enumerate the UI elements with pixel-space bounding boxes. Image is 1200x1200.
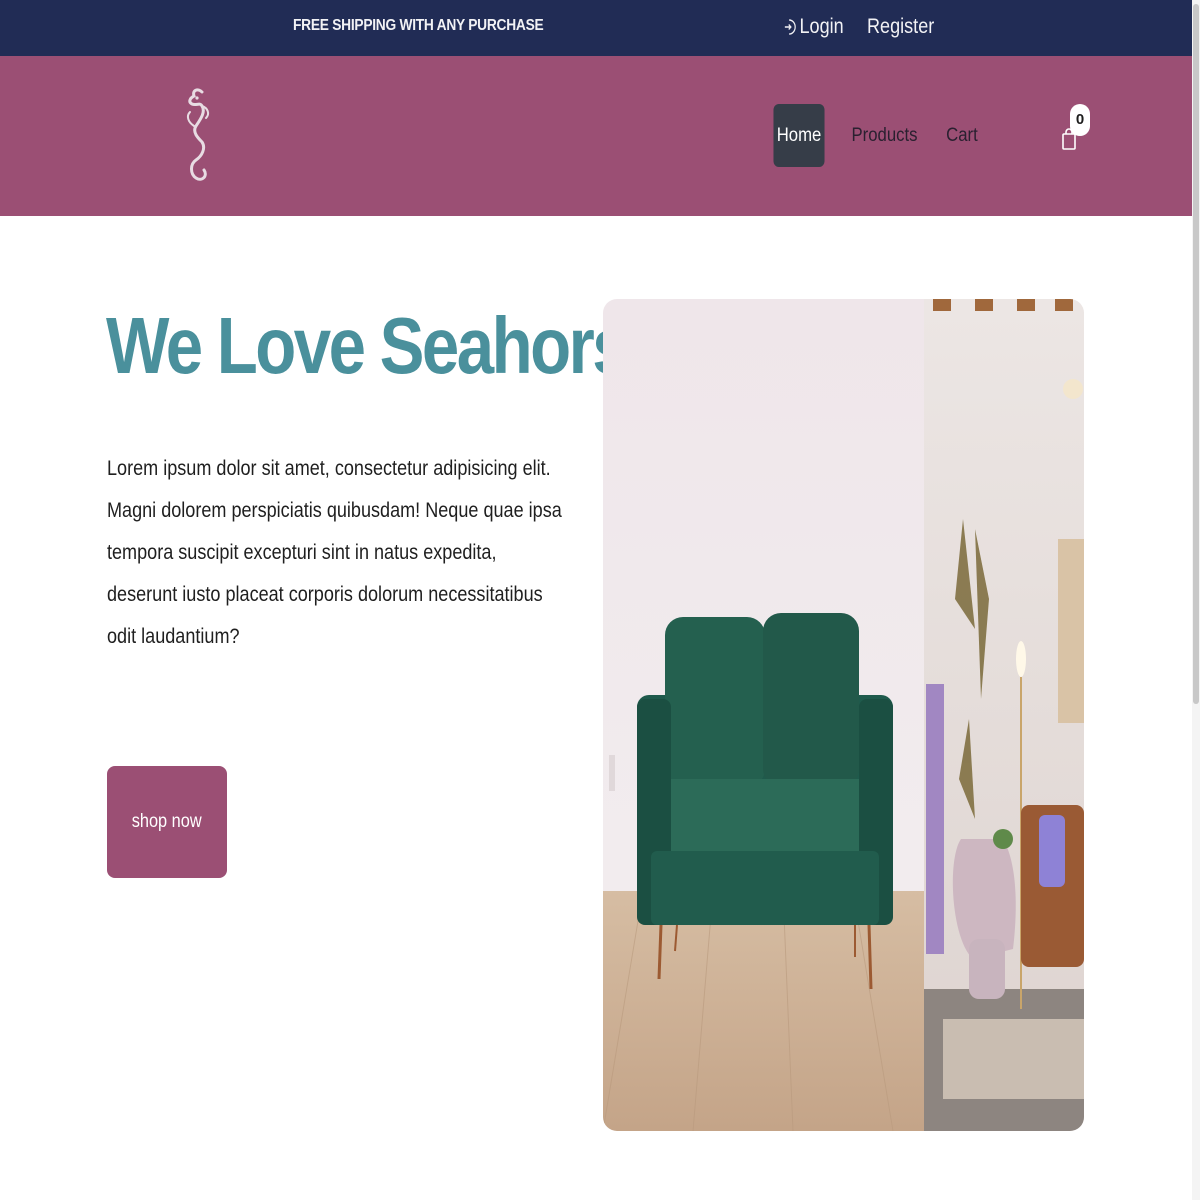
- login-link[interactable]: Login: [784, 15, 844, 39]
- seahorse-logo[interactable]: [180, 86, 216, 186]
- register-label: Register: [867, 15, 935, 38]
- top-bar: FREE SHIPPING WITH ANY PURCHASE Login Re…: [0, 0, 1192, 56]
- cart-button[interactable]: 0: [1060, 104, 1092, 154]
- green-armchair-photo: [603, 299, 1084, 1131]
- shop-now-label: shop now: [132, 811, 202, 832]
- main-nav: Home Products Cart: [770, 104, 991, 167]
- scrollbar-thumb[interactable]: [1193, 4, 1199, 704]
- nav-cart[interactable]: Cart: [936, 104, 987, 167]
- nav-products[interactable]: Products: [842, 104, 927, 167]
- register-link[interactable]: Register: [867, 15, 934, 39]
- cart-count-badge: 0: [1070, 104, 1090, 136]
- login-label: Login: [799, 15, 844, 38]
- sign-in-icon: [784, 19, 796, 35]
- hero-description: Lorem ipsum dolor sit amet, consectetur …: [107, 457, 562, 648]
- site-header: Home Products Cart 0: [0, 56, 1192, 216]
- promo-text: FREE SHIPPING WITH ANY PURCHASE: [293, 17, 544, 34]
- hero-title: We Love Seahorse: [106, 301, 665, 390]
- shop-now-button[interactable]: shop now: [107, 766, 227, 878]
- nav-home[interactable]: Home: [773, 104, 825, 167]
- auth-links: Login Register: [784, 15, 946, 39]
- page-scrollbar[interactable]: [1192, 0, 1200, 1200]
